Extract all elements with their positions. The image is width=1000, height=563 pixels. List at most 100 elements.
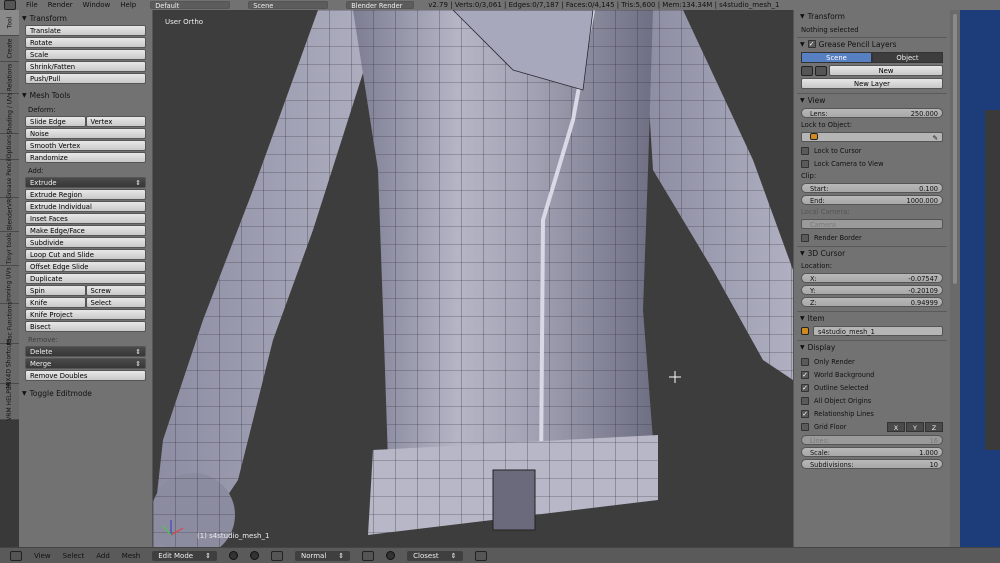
snap-target-selector[interactable]: Closest ⇕ bbox=[407, 550, 463, 561]
menu-view[interactable]: View bbox=[34, 552, 51, 560]
outline-selected-checkbox[interactable]: ✓ Outline Selected bbox=[801, 383, 943, 392]
clip-end-field[interactable]: End: 1000.000 bbox=[801, 195, 943, 205]
editor-type-icon[interactable] bbox=[4, 0, 16, 10]
layers-icon[interactable] bbox=[362, 550, 375, 561]
all-object-origins-checkbox[interactable]: All Object Origins bbox=[801, 396, 943, 405]
rotate-button[interactable]: Rotate bbox=[25, 37, 146, 48]
toggle-editmode-panel-header[interactable]: ▼ Toggle Editmode bbox=[22, 387, 149, 400]
grid-floor-checkbox[interactable]: Grid Floor bbox=[801, 422, 846, 431]
axis-x-toggle[interactable]: X bbox=[887, 421, 905, 432]
shrink-fatten-button[interactable]: Shrink/Fatten bbox=[25, 61, 146, 72]
lens-field[interactable]: Lens: 250.000 bbox=[801, 108, 943, 118]
mesh-tools-panel-header[interactable]: ▼ Mesh Tools bbox=[22, 89, 149, 102]
menu-file[interactable]: File bbox=[26, 1, 38, 9]
only-render-checkbox[interactable]: Only Render bbox=[801, 357, 943, 366]
view-header[interactable]: ▼ View bbox=[797, 93, 947, 106]
tab-shading-uvs[interactable]: Shading / UVs bbox=[0, 93, 19, 134]
scale-button[interactable]: Scale bbox=[25, 49, 146, 60]
3d-cursor-header[interactable]: ▼ 3D Cursor bbox=[797, 246, 947, 259]
cursor-y-field[interactable]: Y: -0.20109 bbox=[801, 285, 943, 295]
make-edge-face-button[interactable]: Make Edge/Face bbox=[25, 225, 146, 236]
manipulator-icon[interactable] bbox=[270, 550, 283, 561]
layout-selector[interactable]: Default bbox=[150, 1, 231, 10]
clip-start-field[interactable]: Start: 0.100 bbox=[801, 183, 943, 193]
menu-add[interactable]: Add bbox=[96, 552, 110, 560]
tab-ironing-uvs[interactable]: Ironing UVs bbox=[0, 266, 19, 304]
menu-select[interactable]: Select bbox=[63, 552, 85, 560]
pivot-icon[interactable] bbox=[249, 551, 259, 560]
extrude-individual-button[interactable]: Extrude Individual bbox=[25, 201, 146, 212]
push-pull-button[interactable]: Push/Pull bbox=[25, 73, 146, 84]
axis-z-toggle[interactable]: Z bbox=[925, 421, 943, 432]
tab-create[interactable]: Create bbox=[0, 36, 19, 62]
duplicate-button[interactable]: Duplicate bbox=[25, 273, 146, 284]
display-header[interactable]: ▼ Display bbox=[797, 340, 947, 353]
slide-edge-button[interactable]: Slide Edge bbox=[25, 116, 86, 127]
tab-options[interactable]: Options bbox=[0, 134, 19, 160]
loop-cut-button[interactable]: Loop Cut and Slide bbox=[25, 249, 146, 260]
tab-vrm-helper[interactable]: VRM HELPER bbox=[0, 382, 19, 421]
proportional-edit-icon[interactable] bbox=[386, 551, 396, 560]
new-layer-button[interactable]: New Layer bbox=[801, 78, 943, 89]
randomize-button[interactable]: Randomize bbox=[25, 152, 146, 163]
object-tab[interactable]: Object bbox=[872, 52, 943, 63]
translate-button[interactable]: Translate bbox=[25, 25, 146, 36]
render-preview-icon[interactable] bbox=[474, 550, 487, 561]
properties-scrollbar[interactable] bbox=[950, 10, 960, 547]
tab-tool[interactable]: Tool bbox=[0, 10, 19, 36]
item-name-field[interactable]: s4studio_mesh_1 bbox=[813, 326, 943, 336]
cursor-x-field[interactable]: X: -0.07547 bbox=[801, 273, 943, 283]
delete-dropdown[interactable]: Delete ⇕ bbox=[25, 346, 146, 357]
tab-tinyr-tools[interactable]: Tinyr tools bbox=[0, 232, 19, 266]
shading-icon[interactable] bbox=[228, 551, 238, 560]
scrollbar-thumb[interactable] bbox=[953, 14, 957, 284]
noise-button[interactable]: Noise bbox=[25, 128, 146, 139]
add-icon[interactable] bbox=[815, 65, 827, 76]
cursor-z-field[interactable]: Z: 0.94999 bbox=[801, 297, 943, 307]
relationship-lines-checkbox[interactable]: ✓ Relationship Lines bbox=[801, 409, 943, 418]
tab-mix4d-shortcuts[interactable]: MIX4D Shortcuts bbox=[0, 338, 19, 389]
spin-button[interactable]: Spin bbox=[25, 285, 86, 296]
remove-doubles-button[interactable]: Remove Doubles bbox=[25, 370, 146, 381]
world-background-checkbox[interactable]: ✓ World Background bbox=[801, 370, 943, 379]
menu-window[interactable]: Window bbox=[83, 1, 111, 9]
orientation-selector[interactable]: Normal ⇕ bbox=[294, 550, 351, 561]
extrude-region-button[interactable]: Extrude Region bbox=[25, 189, 146, 200]
lock-object-field[interactable]: ✎ bbox=[801, 132, 943, 142]
axis-y-toggle[interactable]: Y bbox=[906, 421, 924, 432]
3d-viewport[interactable]: User Ortho (1) s4studio_mesh_1 bbox=[153, 10, 793, 547]
render-engine-selector[interactable]: Blender Render bbox=[346, 1, 415, 10]
render-border-checkbox[interactable]: Render Border bbox=[801, 233, 943, 242]
knife-button[interactable]: Knife bbox=[25, 297, 86, 308]
tab-relations[interactable]: Relations bbox=[0, 62, 19, 94]
new-button[interactable]: New bbox=[829, 65, 943, 76]
vertex-button[interactable]: Vertex bbox=[85, 116, 146, 127]
lock-to-cursor-checkbox[interactable]: Lock to Cursor bbox=[801, 146, 943, 155]
scene-tab[interactable]: Scene bbox=[801, 52, 872, 63]
extrude-dropdown[interactable]: Extrude ⇕ bbox=[25, 177, 146, 188]
menu-help[interactable]: Help bbox=[120, 1, 136, 9]
tab-blendervr[interactable]: BlenderVR bbox=[0, 198, 19, 232]
editor-type-icon[interactable] bbox=[10, 550, 22, 561]
smooth-vertex-button[interactable]: Smooth Vertex bbox=[25, 140, 146, 151]
screw-button[interactable]: Screw bbox=[85, 285, 146, 296]
knife-select-button[interactable]: Select bbox=[85, 297, 146, 308]
grease-pencil-checkbox[interactable]: ✓ bbox=[807, 40, 816, 48]
transform-panel-header[interactable]: ▼ Transform bbox=[22, 12, 149, 25]
tab-grease-pencil[interactable]: Grease Pencil bbox=[0, 158, 19, 199]
grease-pencil-header[interactable]: ▼ ✓ Grease Pencil Layers bbox=[797, 37, 947, 50]
bisect-button[interactable]: Bisect bbox=[25, 321, 146, 332]
scene-selector[interactable]: Scene bbox=[248, 1, 329, 10]
grid-scale-field[interactable]: Scale: 1.000 bbox=[801, 447, 943, 457]
knife-project-button[interactable]: Knife Project bbox=[25, 309, 146, 320]
offset-edge-slide-button[interactable]: Offset Edge Slide bbox=[25, 261, 146, 272]
transform-props-header[interactable]: ▼ Transform bbox=[797, 10, 947, 23]
mode-selector[interactable]: Edit Mode ⇕ bbox=[152, 550, 217, 561]
lock-camera-checkbox[interactable]: Lock Camera to View bbox=[801, 159, 943, 168]
3d-cursor-icon[interactable] bbox=[669, 371, 681, 383]
inset-faces-button[interactable]: Inset Faces bbox=[25, 213, 146, 224]
subdivide-button[interactable]: Subdivide bbox=[25, 237, 146, 248]
menu-render[interactable]: Render bbox=[48, 1, 73, 9]
merge-dropdown[interactable]: Merge ⇕ bbox=[25, 358, 146, 369]
eyedropper-icon[interactable]: ✎ bbox=[932, 133, 938, 142]
